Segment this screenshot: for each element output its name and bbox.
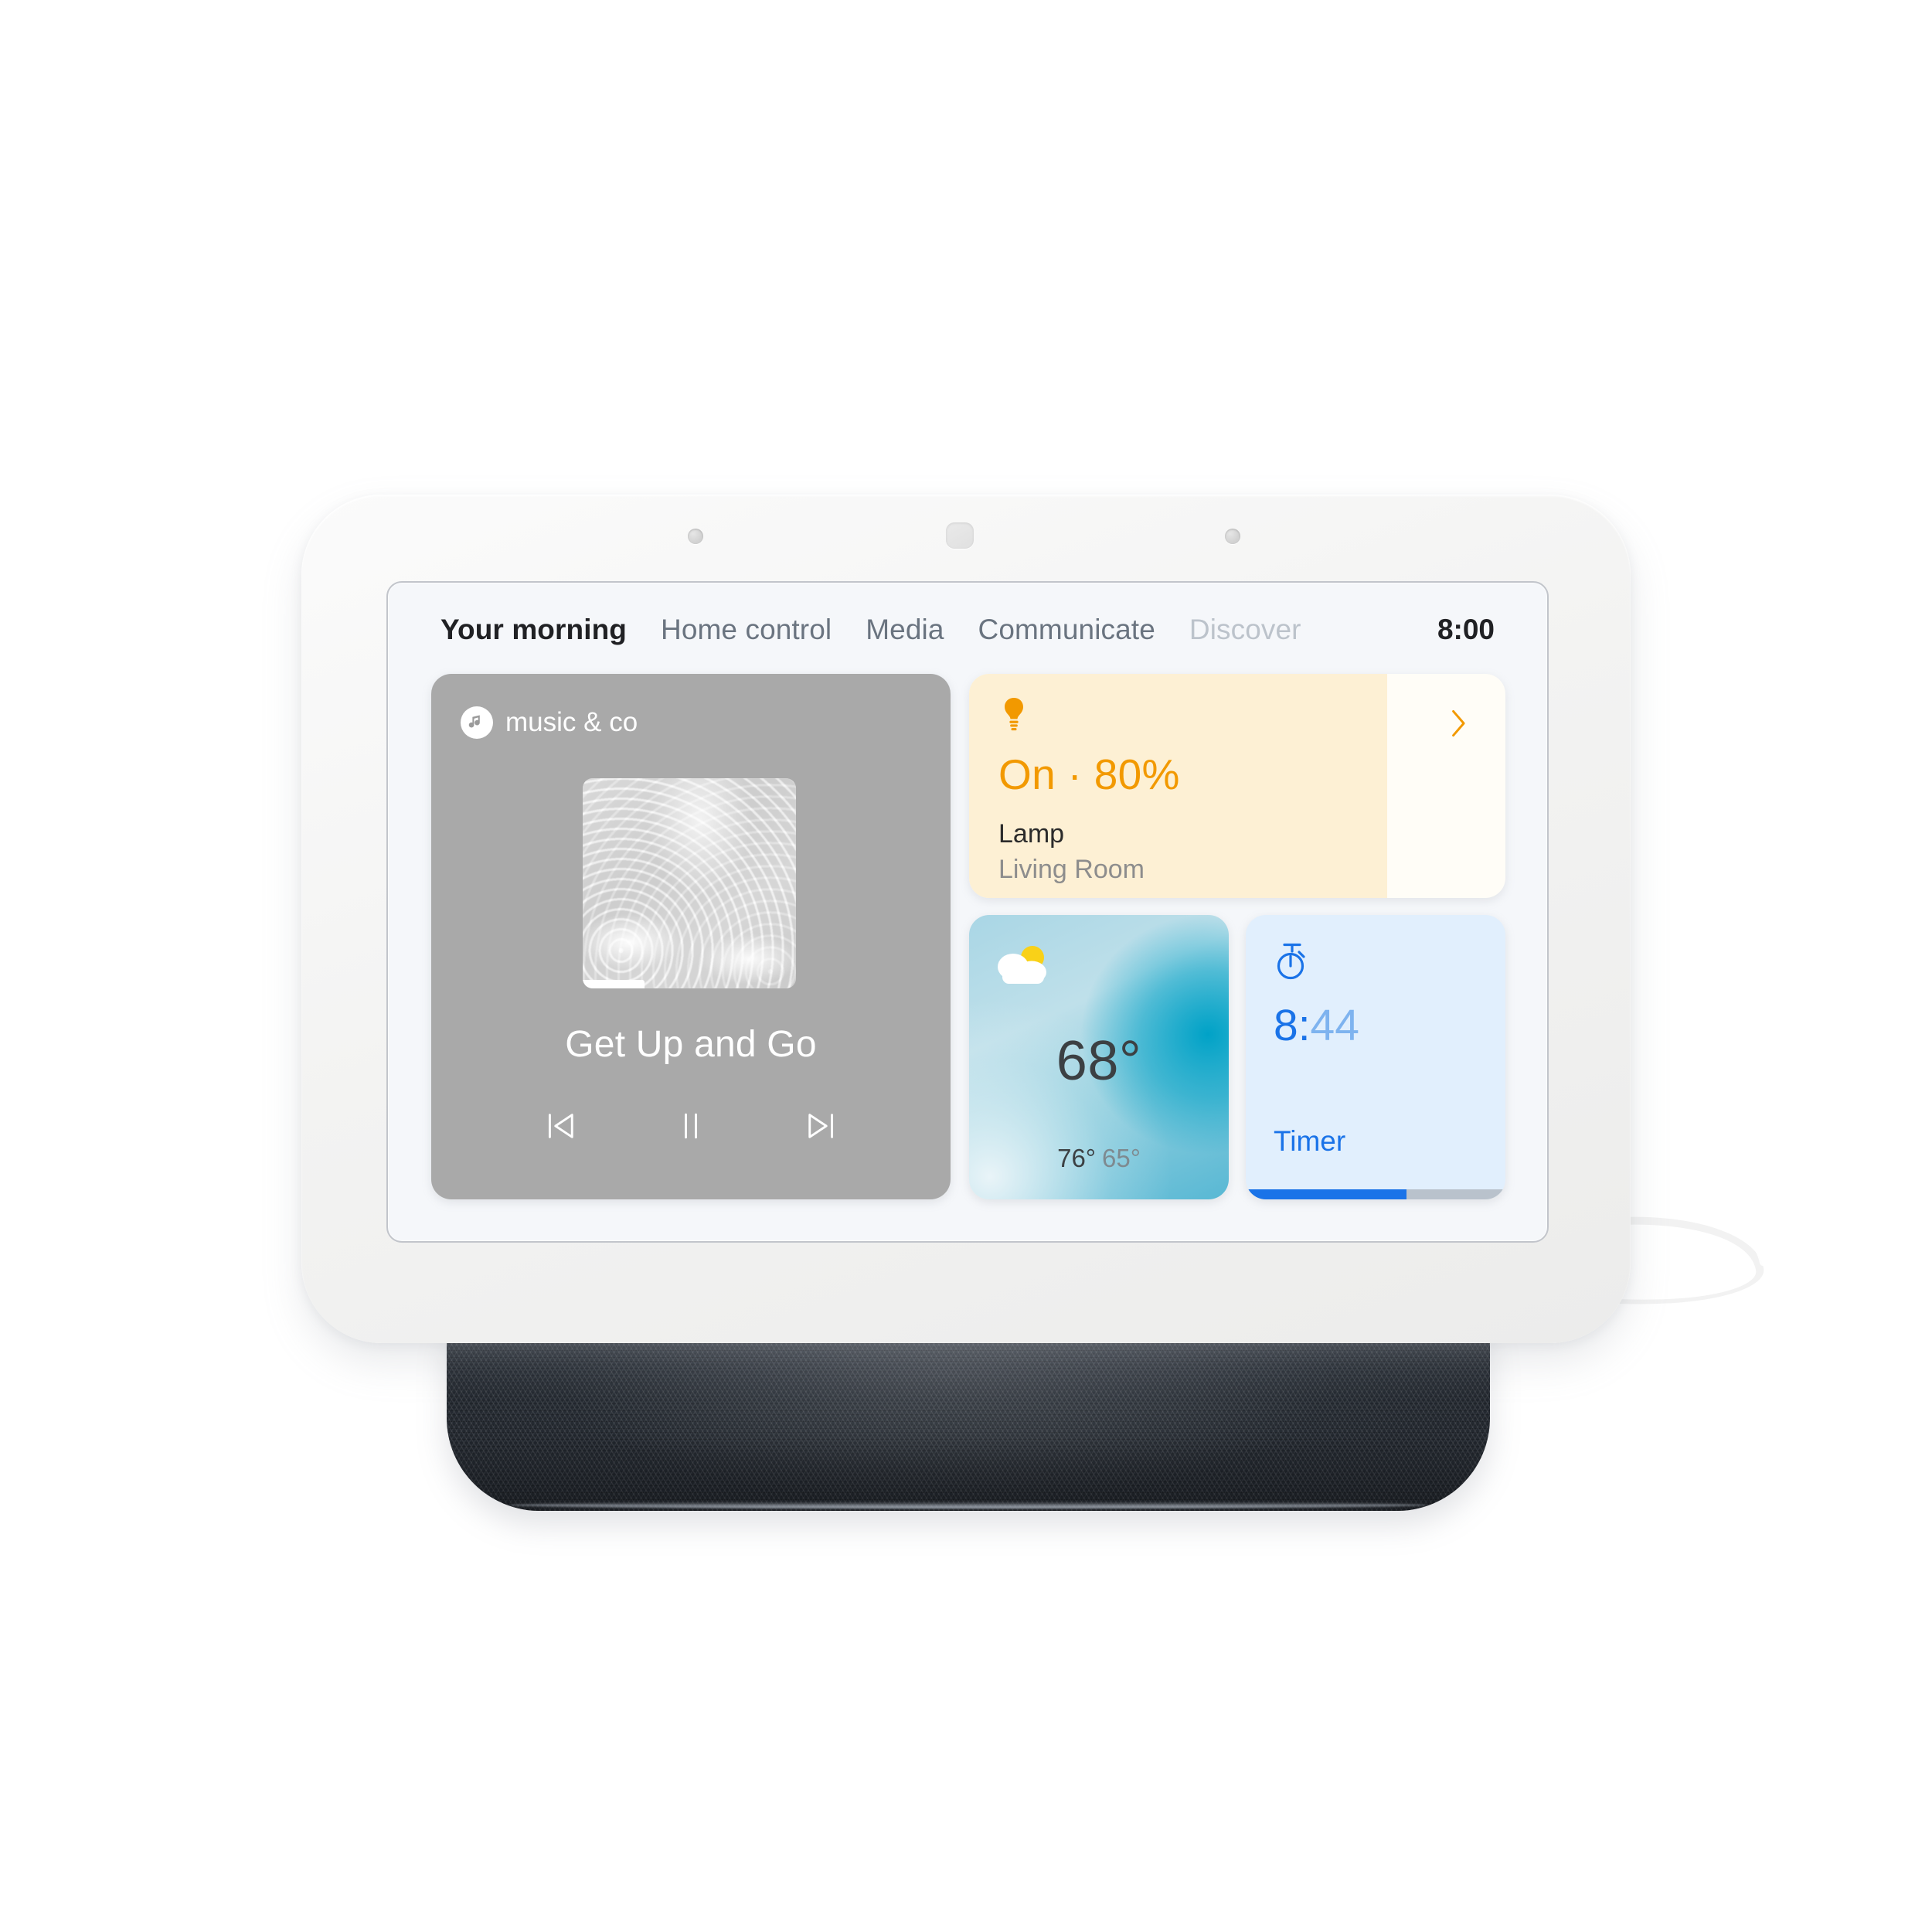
timer-readout: 8:44 xyxy=(1274,1000,1359,1051)
lamp-room-name: Living Room xyxy=(998,855,1145,884)
timer-progress-fill xyxy=(1246,1189,1407,1199)
skip-next-icon[interactable] xyxy=(800,1104,845,1148)
screenshot-canvas: Your morning Home control Media Communic… xyxy=(0,0,1932,1932)
skip-previous-icon[interactable] xyxy=(537,1104,582,1148)
album-artwork-image xyxy=(583,778,796,988)
top-navigation-bar: Your morning Home control Media Communic… xyxy=(388,583,1547,677)
tab-communicate[interactable]: Communicate xyxy=(978,614,1155,646)
low-temperature: 65° xyxy=(1102,1144,1141,1172)
smart-display-device: Your morning Home control Media Communic… xyxy=(0,0,1932,1932)
fabric-shading xyxy=(447,1314,1490,1511)
chevron-right-icon[interactable] xyxy=(1445,703,1471,743)
microphone-hole-left-icon xyxy=(688,529,703,544)
pause-icon[interactable] xyxy=(668,1104,713,1148)
track-title: Get Up and Go xyxy=(565,1024,817,1065)
display-screen: Your morning Home control Media Communic… xyxy=(386,581,1549,1243)
partly-cloudy-icon xyxy=(998,946,1046,984)
ambient-light-sensor-icon xyxy=(946,522,974,549)
microphone-hole-right-icon xyxy=(1225,529,1240,544)
lamp-device-name: Lamp xyxy=(998,819,1065,849)
power-cable-icon xyxy=(1611,1199,1781,1321)
media-provider-label: music & co xyxy=(505,707,638,737)
tab-media[interactable]: Media xyxy=(866,614,944,646)
high-temperature: 76° xyxy=(1057,1144,1096,1172)
dashboard-content: music & co Get Up and Go On · 80% Lamp L… xyxy=(431,674,1505,1207)
timer-label: Timer xyxy=(1274,1125,1346,1157)
media-player-card[interactable]: music & co Get Up and Go xyxy=(431,674,951,1199)
speaker-fabric-base xyxy=(447,1314,1490,1511)
stopwatch-icon xyxy=(1277,943,1305,980)
lamp-card-content: On · 80% Lamp Living Room xyxy=(998,696,1476,884)
lamp-control-card[interactable]: On · 80% Lamp Living Room xyxy=(969,674,1505,898)
status-clock: 8:00 xyxy=(1437,614,1495,645)
tab-discover[interactable]: Discover xyxy=(1189,614,1301,646)
light-bulb-icon xyxy=(1005,698,1023,731)
album-artwork xyxy=(583,778,796,988)
bottom-card-row: 68° 76° 65° 8:44 Timer xyxy=(969,915,1505,1199)
current-temperature: 68° xyxy=(1056,1030,1142,1092)
fabric-bottom-rim xyxy=(509,1502,1427,1509)
timer-progress-track xyxy=(1246,1189,1505,1199)
playback-progress-bar xyxy=(583,980,645,988)
weather-card[interactable]: 68° 76° 65° xyxy=(969,915,1229,1199)
media-provider: music & co xyxy=(461,706,638,739)
music-note-icon xyxy=(461,706,493,739)
lamp-state-label: On · 80% xyxy=(998,750,1180,798)
tab-your-morning[interactable]: Your morning xyxy=(440,614,627,646)
tab-home-control[interactable]: Home control xyxy=(661,614,832,646)
timer-card[interactable]: 8:44 Timer xyxy=(1246,915,1505,1199)
right-card-column: On · 80% Lamp Living Room 68° 76° 65° 8:… xyxy=(969,674,1505,1207)
timer-elapsed: 8: xyxy=(1274,1001,1311,1050)
timer-remaining: 44 xyxy=(1310,1001,1359,1050)
media-transport-controls xyxy=(431,1104,951,1148)
high-low-temperature: 76° 65° xyxy=(969,1144,1229,1173)
